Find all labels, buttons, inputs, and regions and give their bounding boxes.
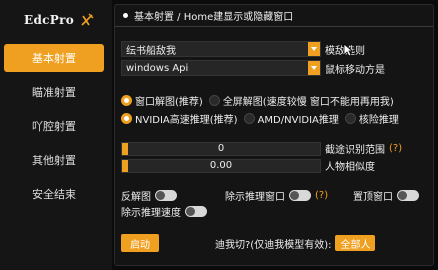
mouse-cursor-icon bbox=[343, 43, 353, 57]
speed-toggle-row: 除示推理速度 bbox=[121, 204, 207, 219]
similarity-value: 0.00 bbox=[209, 160, 233, 171]
capture-window-radio[interactable]: 窗口解图(推荐) bbox=[121, 93, 203, 108]
inference-core-radio[interactable]: 核险推理 bbox=[344, 111, 399, 126]
inference-nvidia-radio[interactable]: NVIDIA高速推理(推荐) bbox=[121, 111, 238, 126]
sidebar-item-basic-settings[interactable]: 基本射置 bbox=[4, 44, 104, 72]
mouse-method-select[interactable]: windows Api bbox=[121, 60, 321, 76]
reverse-toggle-item: 反解图 bbox=[121, 188, 225, 203]
chevron-down-icon[interactable] bbox=[308, 61, 320, 75]
sidebar-item-label: 基本射置 bbox=[32, 52, 76, 65]
radio-unselected-icon bbox=[344, 113, 356, 124]
capture-window-label: 窗口解图(推荐) bbox=[135, 97, 203, 108]
capture-fullscreen-label: 全屏解图(速度较慢 窗口不能用再用我) bbox=[222, 97, 394, 108]
range-slider-fill bbox=[122, 142, 128, 155]
range-input[interactable]: 0 bbox=[121, 141, 321, 156]
mouse-method-value: windows Api bbox=[126, 62, 189, 74]
similarity-row: 0.00 人物相似度 bbox=[121, 158, 375, 173]
range-help-link[interactable]: (?) bbox=[389, 143, 402, 154]
topmost-toggle[interactable] bbox=[397, 190, 419, 201]
toggles-row: 反解图 除示推理窗口 (?) 置顶窗口 bbox=[121, 188, 419, 203]
similarity-input[interactable]: 0.00 bbox=[121, 158, 321, 173]
range-label: 截途识别范围 bbox=[325, 145, 385, 156]
page-title: 基本射置 / Home建显示或隐藏窗口 bbox=[134, 12, 294, 23]
radio-unselected-icon bbox=[243, 113, 255, 124]
target-question: 迪我切?(仅迪我模型有效): 全部人 bbox=[215, 234, 376, 252]
show-speed-toggle[interactable] bbox=[185, 206, 207, 217]
sidebar-item-aim-settings[interactable]: 瞄准射置 bbox=[4, 78, 104, 106]
inference-nvidia-label: NVIDIA高速推理(推荐) bbox=[135, 115, 238, 126]
topmost-toggle-item: 置顶窗口 bbox=[353, 188, 419, 203]
similarity-label: 人物相似度 bbox=[325, 162, 375, 173]
brand: EdcPro bbox=[24, 10, 94, 30]
target-question-label: 迪我切?(仅迪我模型有效): bbox=[215, 239, 332, 251]
enemy-select-row: 纭书船敌我 模敌选则 bbox=[121, 41, 365, 57]
radio-selected-icon bbox=[121, 113, 132, 124]
start-button[interactable]: 启动 bbox=[121, 234, 159, 252]
show-window-toggle-item: 除示推理窗口 (?) bbox=[225, 188, 353, 203]
sidebar-item-label: 其他射置 bbox=[32, 154, 76, 167]
radio-selected-icon bbox=[121, 95, 132, 106]
inference-core-label: 核险推理 bbox=[358, 115, 399, 126]
mouse-method-label: 鼠标移动方是 bbox=[325, 64, 385, 76]
bullet-icon bbox=[123, 13, 128, 18]
panel-header: 基本射置 / Home建显示或隐藏窗口 bbox=[115, 5, 433, 27]
range-value: 0 bbox=[217, 143, 225, 154]
sidebar: EdcPro 基本射置 瞄准射置 吖腔射置 其他射置 安全结束 bbox=[0, 0, 112, 270]
show-speed-toggle-item: 除示推理速度 bbox=[121, 204, 207, 219]
range-row: 0 截途识别范围 (?) bbox=[121, 141, 402, 156]
brand-name: EdcPro bbox=[24, 13, 74, 27]
sidebar-item-recoil-settings[interactable]: 吖腔射置 bbox=[4, 112, 104, 140]
topmost-toggle-label: 置顶窗口 bbox=[353, 192, 393, 203]
similarity-slider-fill bbox=[122, 159, 128, 172]
all-targets-button[interactable]: 全部人 bbox=[335, 235, 376, 251]
show-window-toggle[interactable] bbox=[289, 190, 311, 201]
sidebar-item-other-settings[interactable]: 其他射置 bbox=[4, 146, 104, 174]
settings-panel: 基本射置 / Home建显示或隐藏窗口 纭书船敌我 模敌选则 windows A… bbox=[114, 4, 434, 266]
sidebar-item-label: 安全结束 bbox=[32, 188, 76, 201]
sidebar-item-label: 吖腔射置 bbox=[32, 120, 76, 133]
reverse-toggle-label: 反解图 bbox=[121, 192, 151, 203]
app-window: EdcPro 基本射置 瞄准射置 吖腔射置 其他射置 安全结束 基本射置 / H… bbox=[0, 0, 438, 270]
radio-unselected-icon bbox=[208, 95, 220, 106]
show-window-toggle-label: 除示推理窗口 bbox=[225, 192, 285, 203]
inference-amd-label: AMD/NVIDIA推理 bbox=[257, 115, 339, 126]
capture-mode-row: 窗口解图(推荐) 全屏解图(速度较慢 窗口不能用再用我) bbox=[121, 93, 400, 108]
sidebar-nav: 基本射置 瞄准射置 吖腔射置 其他射置 安全结束 bbox=[4, 44, 104, 214]
inference-amd-radio[interactable]: AMD/NVIDIA推理 bbox=[243, 111, 339, 126]
sidebar-item-safe-exit[interactable]: 安全结束 bbox=[4, 180, 104, 208]
reverse-toggle[interactable] bbox=[155, 190, 177, 201]
crossed-swords-icon bbox=[81, 13, 94, 26]
mouse-select-row: windows Api 鼠标移动方是 bbox=[121, 60, 385, 76]
chevron-down-icon[interactable] bbox=[308, 42, 320, 56]
capture-fullscreen-radio[interactable]: 全屏解图(速度较慢 窗口不能用再用我) bbox=[208, 93, 394, 108]
sidebar-item-label: 瞄准射置 bbox=[32, 86, 76, 99]
inference-mode-row: NVIDIA高速推理(推荐) AMD/NVIDIA推理 核险推理 bbox=[121, 111, 405, 126]
show-window-help-link[interactable]: (?) bbox=[315, 190, 328, 201]
show-speed-toggle-label: 除示推理速度 bbox=[121, 208, 181, 219]
enemy-select-value: 纭书船敌我 bbox=[126, 45, 176, 57]
enemy-select[interactable]: 纭书船敌我 bbox=[121, 41, 321, 57]
